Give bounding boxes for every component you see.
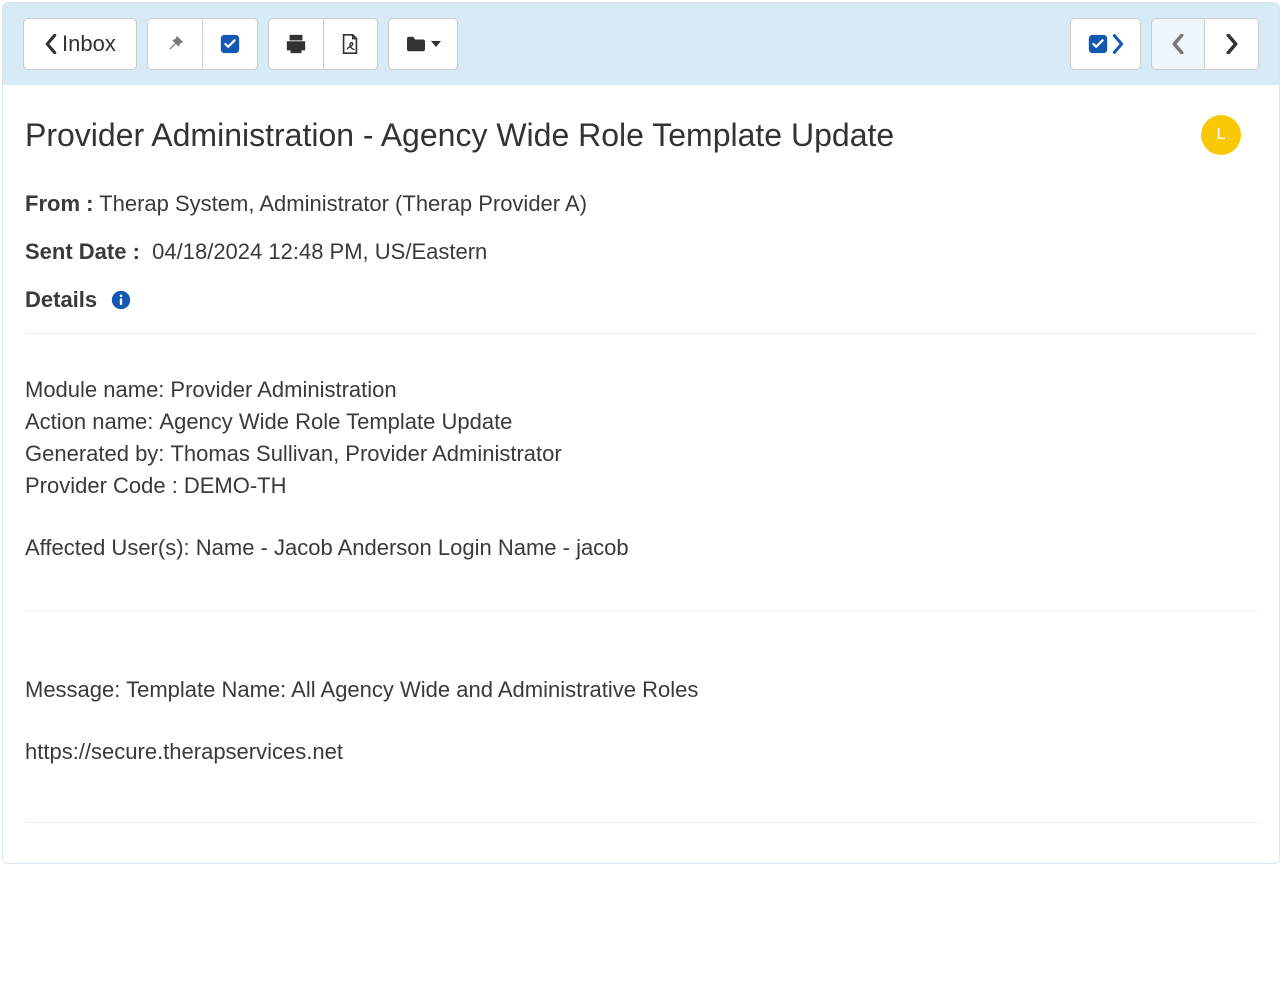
pdf-button[interactable] bbox=[324, 18, 378, 70]
chevron-left-icon bbox=[1171, 34, 1185, 54]
from-value: Therap System, Administrator (Therap Pro… bbox=[93, 191, 587, 216]
from-label: From : bbox=[25, 191, 93, 216]
prev-button[interactable] bbox=[1151, 18, 1205, 70]
divider bbox=[25, 822, 1259, 823]
affected-users-line: Affected User(s): Name - Jacob Anderson … bbox=[25, 532, 1259, 564]
chevron-right-icon bbox=[1112, 34, 1124, 54]
module-label: Module name: bbox=[25, 374, 164, 406]
divider bbox=[25, 611, 1259, 612]
print-button[interactable] bbox=[268, 18, 324, 70]
action-group-2 bbox=[268, 18, 378, 70]
sent-date-value: 04/18/2024 12:48 PM, US/Eastern bbox=[152, 239, 487, 264]
message-body-block: Message: Template Name: All Agency Wide … bbox=[25, 674, 1259, 768]
action-label: Action name: bbox=[25, 406, 153, 438]
module-value: Provider Administration bbox=[170, 374, 396, 406]
sent-date-label: Sent Date : bbox=[25, 239, 140, 264]
pin-icon bbox=[164, 33, 186, 55]
mark-read-next-button[interactable] bbox=[1070, 18, 1141, 70]
check-square-icon bbox=[219, 33, 241, 55]
info-icon[interactable] bbox=[111, 290, 131, 310]
action-line: Action name: Agency Wide Role Template U… bbox=[25, 406, 1259, 438]
toolbar-left: Inbox bbox=[23, 18, 458, 70]
toolbar: Inbox bbox=[3, 3, 1279, 85]
print-icon bbox=[285, 33, 307, 55]
message-url: https://secure.therapservices.net bbox=[25, 736, 1259, 768]
divider bbox=[25, 333, 1259, 334]
provider-code-label: Provider Code : bbox=[25, 470, 178, 502]
back-to-inbox-button[interactable]: Inbox bbox=[23, 18, 137, 70]
sent-date-row: Sent Date : 04/18/2024 12:48 PM, US/East… bbox=[25, 239, 1259, 265]
action-group-1 bbox=[147, 18, 258, 70]
caret-down-icon bbox=[431, 41, 441, 47]
check-square-icon bbox=[1087, 33, 1109, 55]
message-content: Provider Administration - Agency Wide Ro… bbox=[3, 85, 1279, 863]
message-title: Provider Administration - Agency Wide Ro… bbox=[25, 117, 894, 154]
provider-code-line: Provider Code : DEMO-TH bbox=[25, 470, 1259, 502]
from-row: From : Therap System, Administrator (The… bbox=[25, 191, 1259, 217]
toolbar-right bbox=[1070, 18, 1259, 70]
details-label: Details bbox=[25, 287, 97, 313]
action-value: Agency Wide Role Template Update bbox=[159, 406, 512, 438]
avatar-letter: L bbox=[1217, 126, 1226, 144]
next-button[interactable] bbox=[1205, 18, 1259, 70]
title-row: Provider Administration - Agency Wide Ro… bbox=[25, 115, 1259, 155]
message-line: Message: Template Name: All Agency Wide … bbox=[25, 674, 1259, 706]
generated-by-value: Thomas Sullivan, Provider Administrator bbox=[170, 438, 561, 470]
move-to-folder-button[interactable] bbox=[388, 18, 458, 70]
module-line: Module name: Provider Administration bbox=[25, 374, 1259, 406]
generated-by-line: Generated by: Thomas Sullivan, Provider … bbox=[25, 438, 1259, 470]
generated-by-label: Generated by: bbox=[25, 438, 164, 470]
chevron-left-icon bbox=[44, 34, 58, 54]
details-block: Module name: Provider Administration Act… bbox=[25, 374, 1259, 563]
details-header: Details bbox=[25, 287, 1259, 313]
mark-read-button[interactable] bbox=[203, 18, 258, 70]
file-pdf-icon bbox=[340, 33, 360, 55]
inbox-label: Inbox bbox=[62, 33, 116, 55]
pin-button[interactable] bbox=[147, 18, 203, 70]
avatar: L bbox=[1201, 115, 1241, 155]
folder-icon bbox=[405, 35, 427, 53]
provider-code-value: DEMO-TH bbox=[184, 470, 287, 502]
nav-group bbox=[1151, 18, 1259, 70]
chevron-right-icon bbox=[1225, 34, 1239, 54]
